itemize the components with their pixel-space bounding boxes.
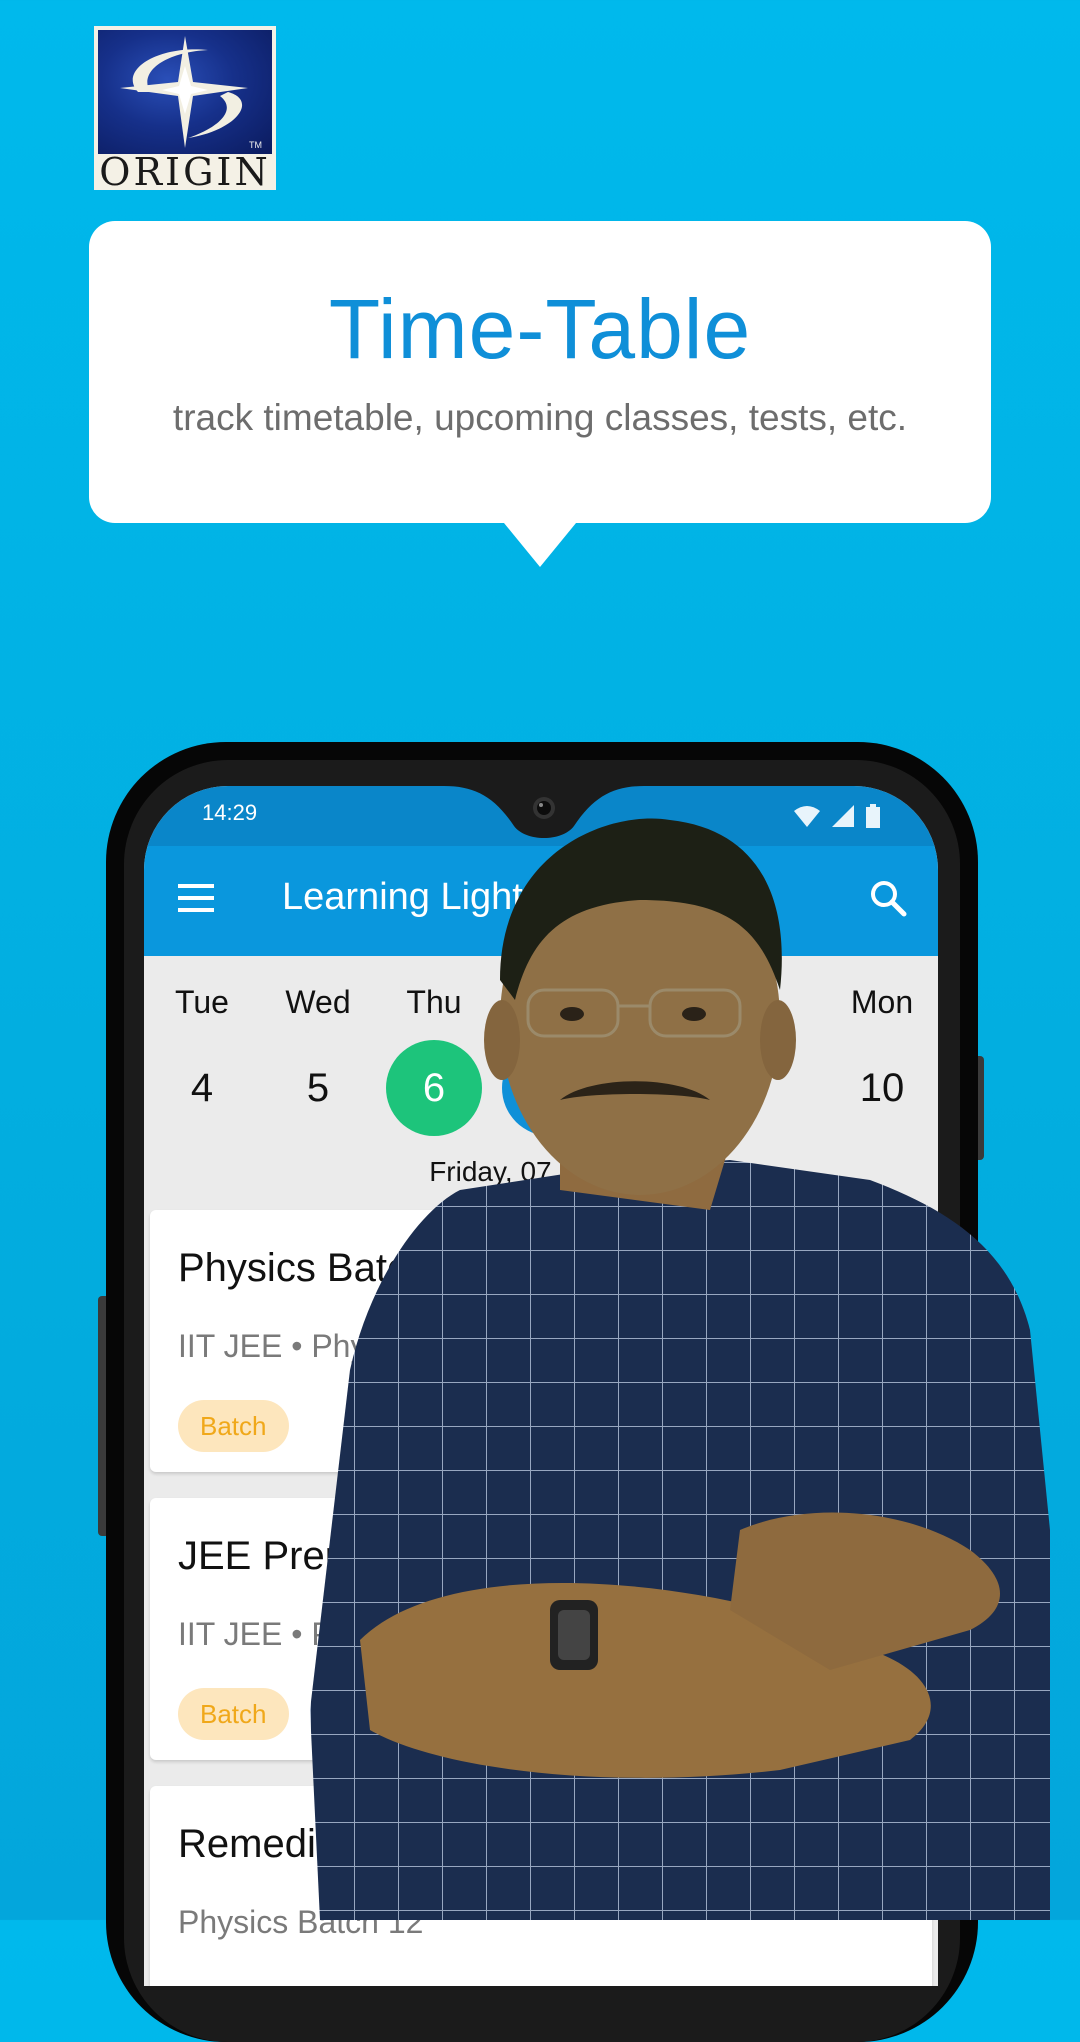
logo-wordmark: ORIGIN xyxy=(99,150,271,194)
phone-side-button-left xyxy=(98,1296,106,1536)
trademark-mark: TM xyxy=(249,140,262,150)
logo-star-emblem: TM xyxy=(98,30,272,154)
origin-logo: TM ORIGIN xyxy=(94,26,276,194)
day-number[interactable]: 4 xyxy=(154,1040,250,1136)
batch-badge: Batch xyxy=(178,1400,289,1452)
feature-title: Time-Table xyxy=(328,282,752,376)
hamburger-menu-icon[interactable] xyxy=(178,884,214,914)
batch-badge: Batch xyxy=(178,1688,289,1740)
status-time: 14:29 xyxy=(202,800,258,825)
feature-subtitle: track timetable, upcoming classes, tests… xyxy=(172,397,908,438)
presenter-photo xyxy=(310,818,1050,1920)
feature-callout-bubble: Time-Table track timetable, upcoming cla… xyxy=(89,221,991,567)
day-name: Tue xyxy=(175,984,229,1020)
